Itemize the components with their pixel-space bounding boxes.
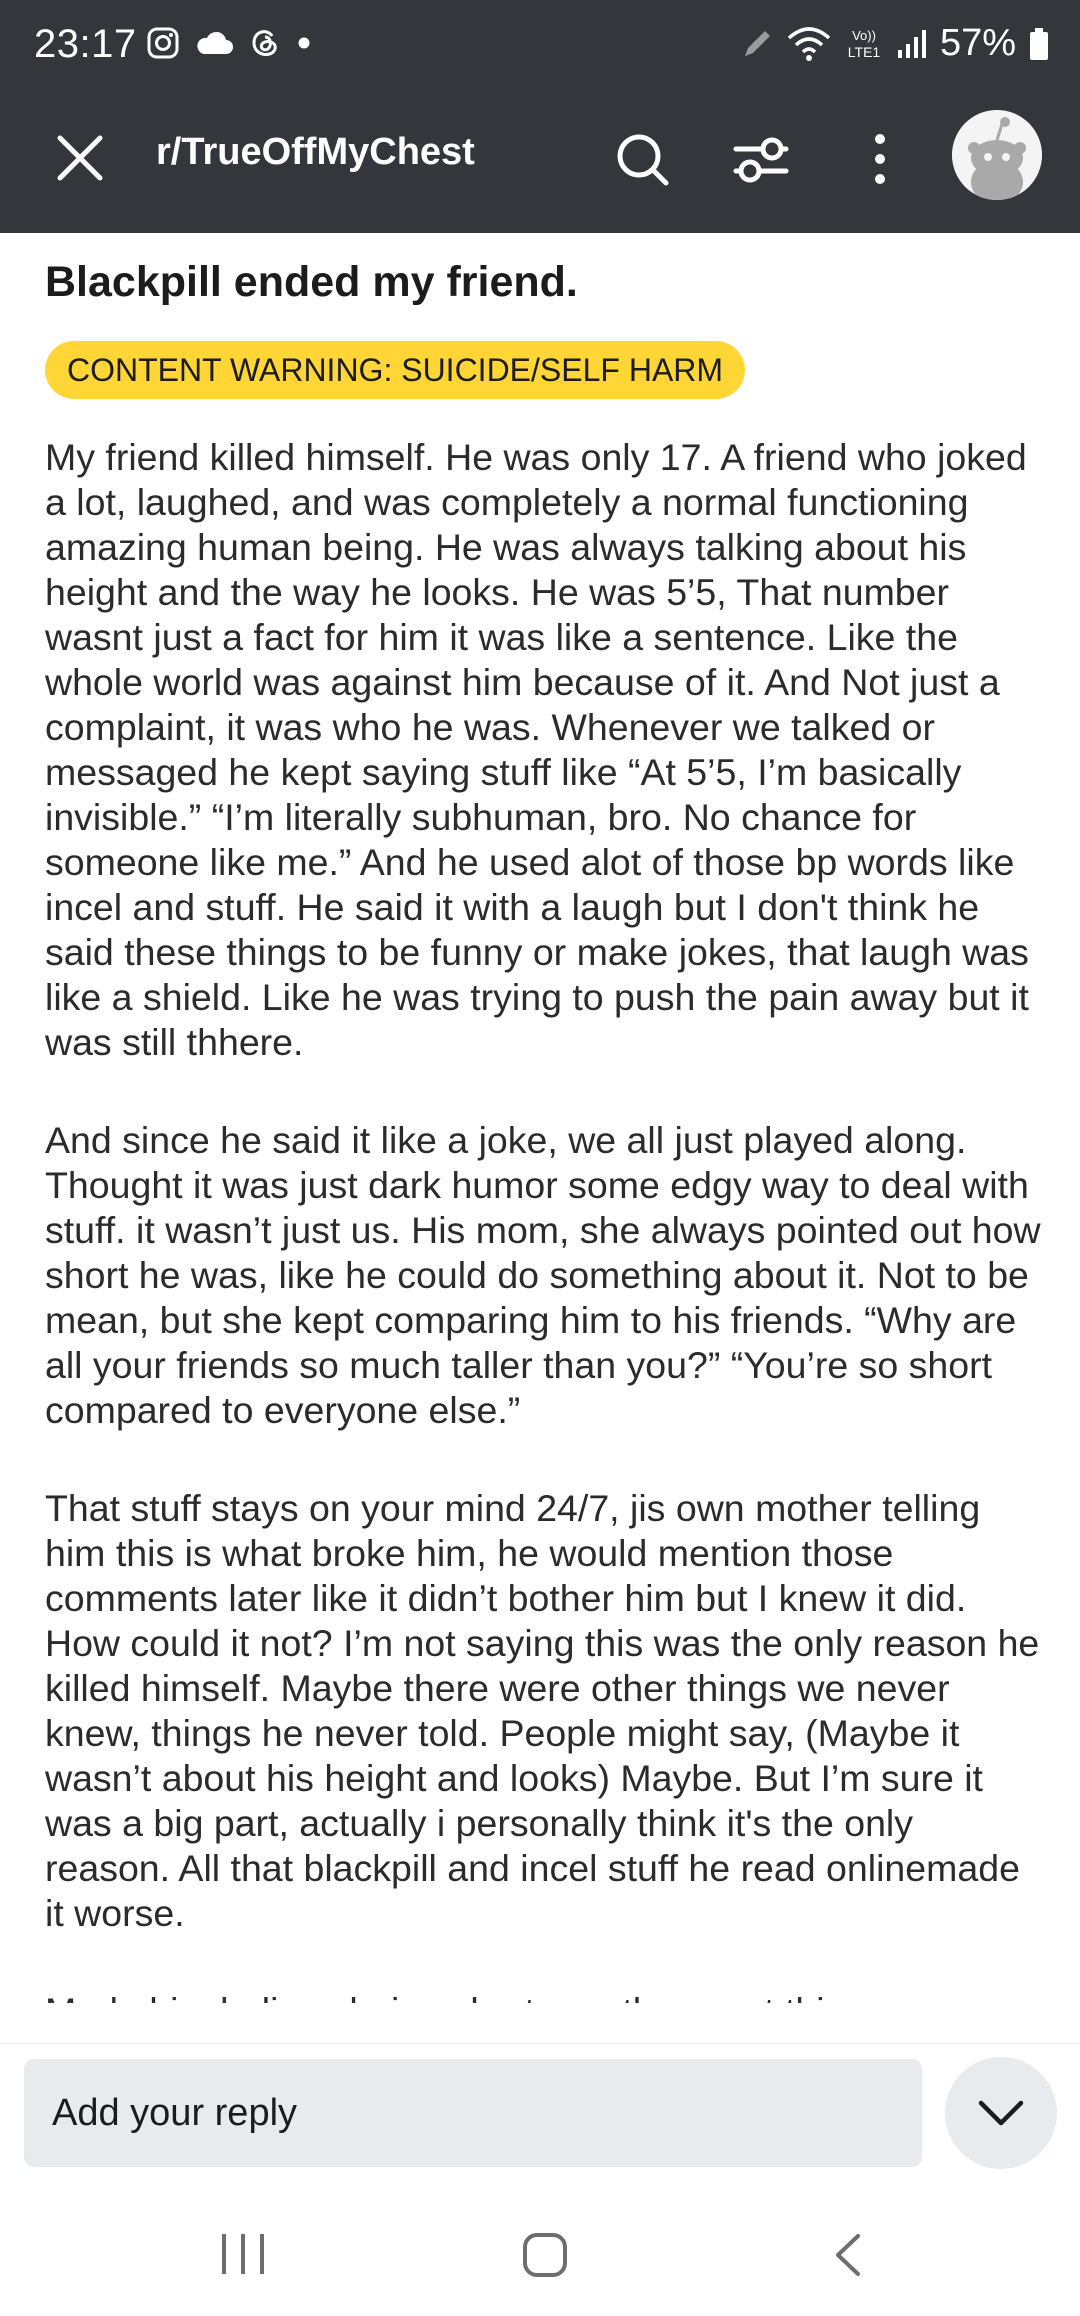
chevron-down-icon	[978, 2100, 1024, 2126]
collapse-button[interactable]	[945, 2057, 1057, 2169]
wifi-icon	[787, 26, 831, 61]
more-options-icon[interactable]	[862, 129, 898, 189]
post-paragraph: And since he said it like a joke, we all…	[45, 1119, 1041, 1431]
post-paragraph: Made him believe being short was the wor…	[45, 1989, 1043, 2003]
volte-icon: Vo)) LTE1	[848, 28, 881, 60]
pen-icon	[744, 30, 770, 56]
home-icon[interactable]	[522, 2232, 568, 2278]
reply-input[interactable]	[24, 2059, 922, 2167]
status-time: 23:17	[34, 22, 137, 66]
battery-percent: 57%	[939, 22, 1016, 64]
svg-text:Vo)): Vo))	[852, 28, 876, 43]
threads-icon	[252, 30, 277, 56]
search-icon[interactable]	[612, 129, 672, 189]
filter-icon[interactable]	[730, 129, 792, 189]
svg-text:LTE1: LTE1	[848, 44, 881, 60]
snoo-avatar-icon	[952, 110, 1042, 200]
subreddit-title[interactable]: r/TrueOffMyChest	[156, 131, 475, 174]
content-warning-badge: CONTENT WARNING: SUICIDE/SELF HARM	[45, 341, 746, 399]
reply-bar	[0, 2043, 1080, 2189]
dot-icon	[298, 37, 310, 49]
close-icon[interactable]	[50, 128, 110, 188]
system-nav-bar	[0, 2188, 1080, 2316]
cloud-icon	[197, 31, 233, 54]
system-icons: Vo)) LTE1 57%	[740, 22, 1050, 65]
app-header: r/TrueOffMyChest	[0, 95, 1080, 233]
post-paragraph: That stuff stays on your mind 24/7, jis …	[45, 1487, 1040, 1934]
signal-icon	[897, 29, 926, 58]
instagram-icon	[147, 27, 179, 59]
notification-icons	[146, 26, 312, 60]
back-icon[interactable]	[828, 2232, 868, 2278]
post-title: Blackpill ended my friend.	[45, 258, 578, 306]
user-avatar[interactable]	[952, 110, 1042, 200]
battery-icon	[1030, 27, 1048, 60]
post-body: My friend killed himself. He was only 17…	[45, 435, 1043, 2003]
recents-icon[interactable]	[220, 2232, 266, 2276]
status-bar: 23:17 Vo)) LTE1 57%	[0, 0, 1080, 95]
post-paragraph: My friend killed himself. He was only 17…	[45, 436, 1029, 1063]
